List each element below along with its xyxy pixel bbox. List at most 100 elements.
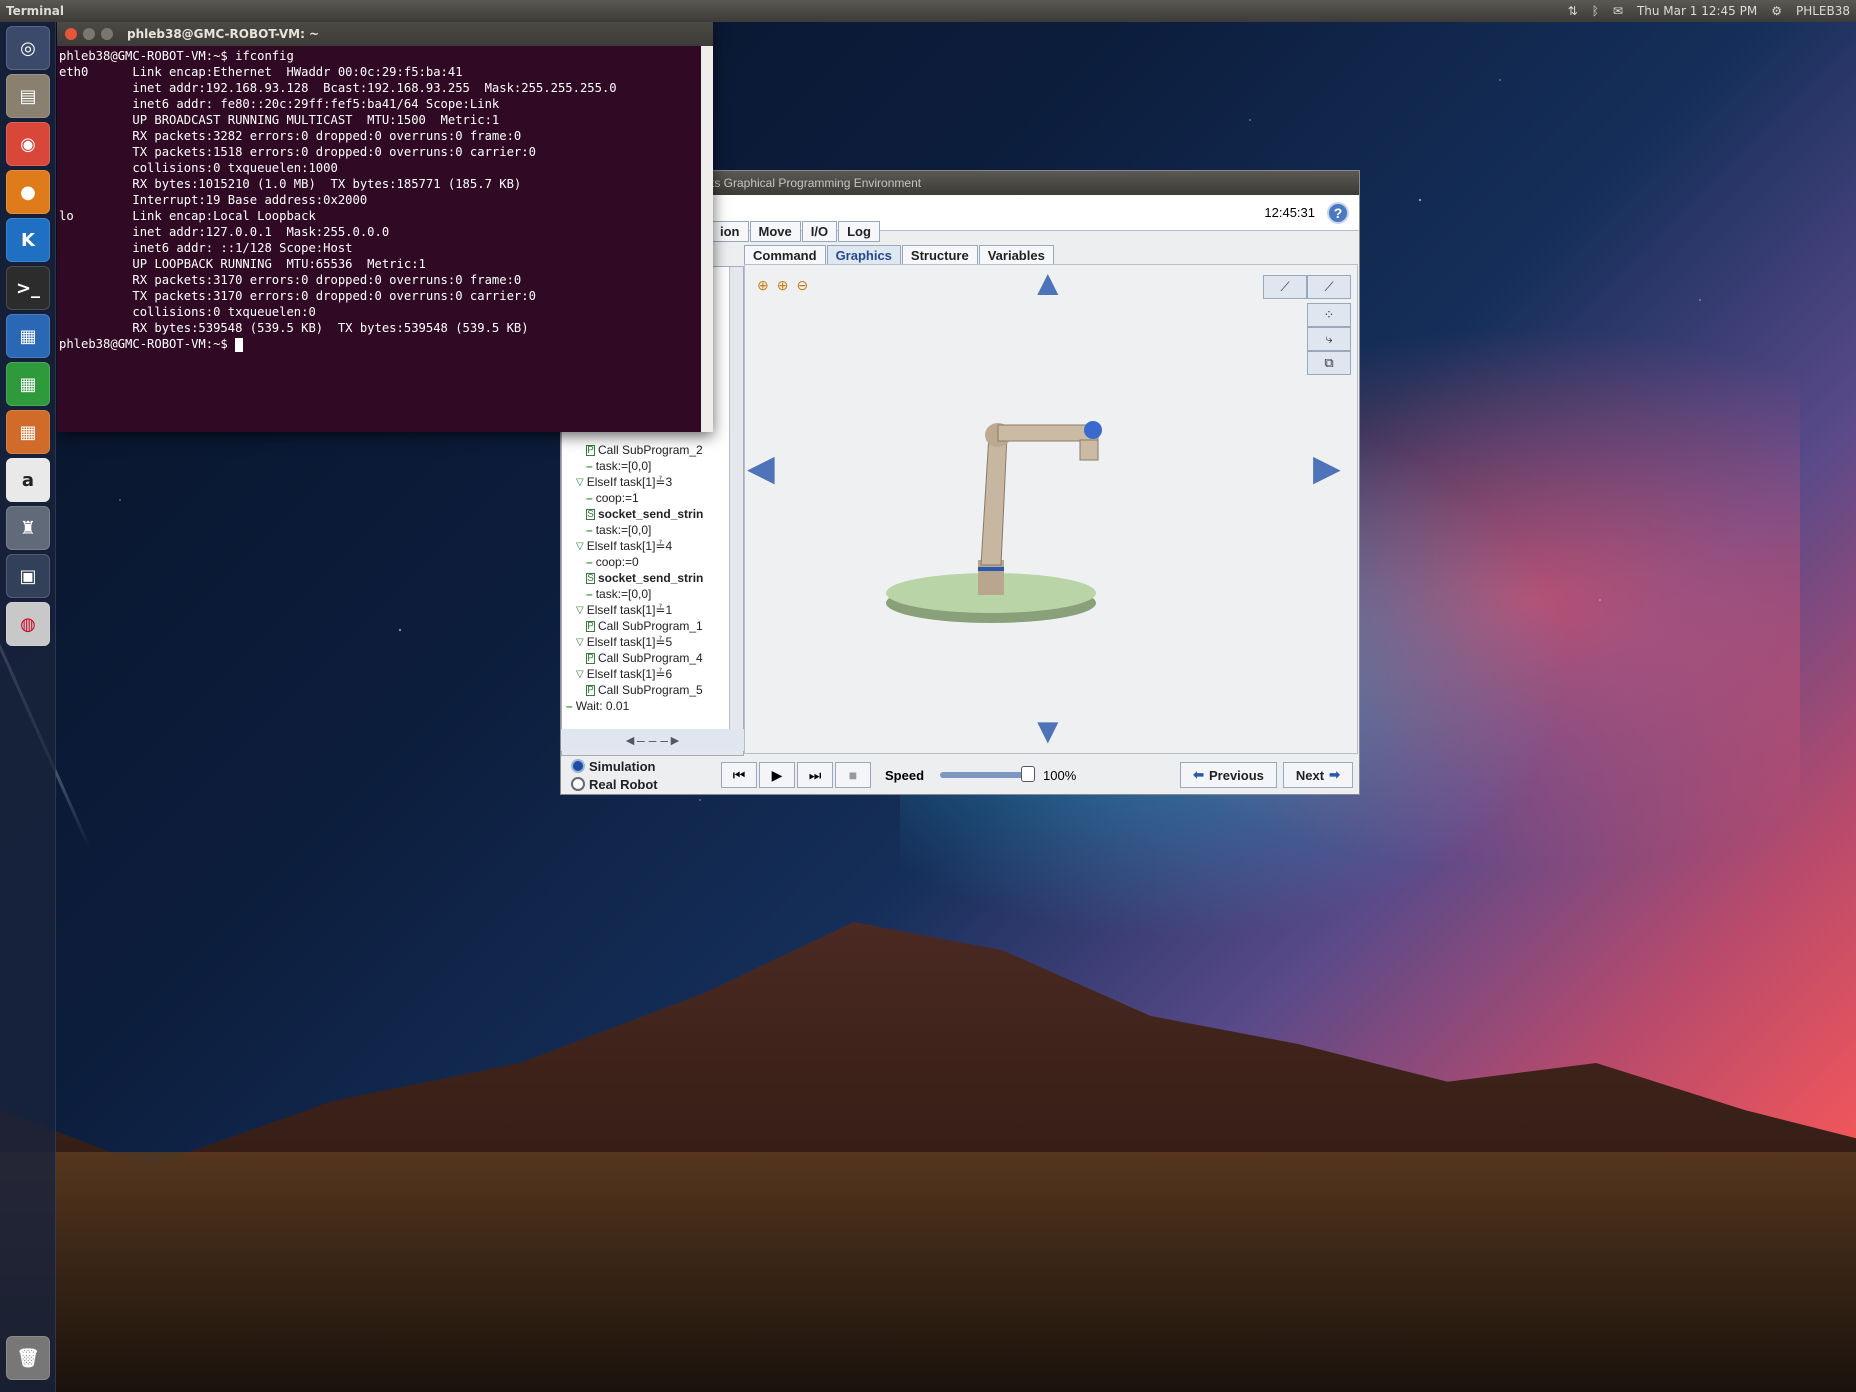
terminal-titlebar[interactable]: phleb38@GMC-ROBOT-VM: ~ (57, 22, 713, 46)
writer-icon[interactable]: ▦ (6, 314, 50, 358)
terminal-line: inet addr:192.168.93.128 Bcast:192.168.9… (59, 81, 617, 95)
terminal-line: inet6 addr: fe80::20c:29ff:fef5:ba41/64 … (59, 97, 500, 111)
gear-icon[interactable]: ⚙ (1771, 4, 1782, 18)
clock[interactable]: Thu Mar 1 12:45 PM (1637, 4, 1757, 18)
previous-button[interactable]: ⬅ Previous (1180, 762, 1277, 788)
amazon-icon[interactable]: a (6, 458, 50, 502)
subprogram-icon: P (586, 652, 595, 664)
arrow-left-icon: ⬅ (1193, 767, 1204, 782)
terminal-line: TX packets:3170 errors:0 dropped:0 overr… (59, 289, 536, 303)
speed-slider[interactable] (940, 766, 1036, 782)
tree-node-label: ElseIf task[1]≟3 (586, 475, 673, 489)
assignment-icon: – (566, 699, 573, 713)
close-icon[interactable] (65, 28, 77, 40)
chrome-icon[interactable]: ◉ (6, 122, 50, 166)
robot-app-icon[interactable]: ♜ (6, 506, 50, 550)
speed-value: 100% (1043, 767, 1077, 783)
trash-icon[interactable]: 🗑 (6, 1336, 50, 1380)
help-icon[interactable]: ? (1327, 201, 1349, 224)
files-icon[interactable]: ▤ (6, 74, 50, 118)
tree-node[interactable]: ▽ ElseIf task[1]≟3 (566, 474, 743, 490)
tree-node[interactable]: ▽ ElseIf task[1]≟5 (566, 634, 743, 650)
rewind-button[interactable]: ⏮ (721, 762, 757, 788)
tree-node[interactable]: – task:=[0,0] (566, 522, 743, 538)
tree-vertical-scrollbar[interactable] (729, 267, 743, 755)
impress-icon[interactable]: ▦ (6, 410, 50, 454)
terminal-icon[interactable]: >_ (6, 266, 50, 310)
user-name[interactable]: PHLEB38 (1796, 4, 1850, 18)
expand-triangle-icon: ▽ (576, 540, 584, 552)
real-robot-radio[interactable]: Real Robot (571, 775, 721, 793)
assignment-icon: – (586, 491, 593, 505)
robot-3d-view (886, 421, 1102, 623)
tree-node[interactable]: – task:=[0,0] (566, 586, 743, 602)
script-icon: S (586, 572, 595, 584)
kde-icon[interactable]: K (6, 218, 50, 262)
tree-nav-arrows[interactable]: ◄– – –► (561, 729, 744, 751)
tab-command[interactable]: Command (744, 245, 826, 266)
bluetooth-icon[interactable]: ᛒ (1592, 4, 1599, 18)
tree-node[interactable]: – Wait: 0.01 (566, 698, 743, 714)
launcher: ◎ ▤ ◉ ● K >_ ▦ ▦ ▦ a ♜ ▣ ◍ 🗑 (0, 22, 56, 1392)
tab-log[interactable]: Log (838, 221, 880, 242)
next-button[interactable]: Next ➡ (1282, 762, 1353, 788)
tree-node[interactable]: P Call SubProgram_4 (566, 650, 743, 666)
dvd-burner-icon[interactable]: ◍ (6, 602, 50, 646)
play-button[interactable]: ▶ (759, 762, 795, 788)
subprogram-icon: P (586, 444, 595, 456)
tab-io[interactable]: I/O (801, 221, 838, 242)
mail-icon[interactable]: ✉ (1613, 4, 1623, 18)
network-icon[interactable]: ⇅ (1568, 4, 1578, 18)
speed-fill (940, 772, 1029, 778)
simulation-radio[interactable]: Simulation (571, 757, 721, 775)
expand-triangle-icon: ▽ (576, 636, 584, 648)
calc-icon[interactable]: ▦ (6, 362, 50, 406)
subprogram-icon: P (586, 620, 595, 632)
graphics-view[interactable]: ⊕ ⊕ ⊖ ▲ ▼ ◀ ▶ ⟋ ⟋ ⁘ ⤷ ⧉ (744, 264, 1358, 754)
firefox-icon[interactable]: ● (6, 170, 50, 214)
tree-node[interactable]: Ssocket_send_strin (566, 570, 743, 586)
minimize-icon[interactable] (83, 28, 95, 40)
active-app-name: Terminal (6, 4, 65, 18)
ubuntu-dash-icon[interactable]: ◎ (6, 26, 50, 70)
tree-node[interactable]: P Call SubProgram_2 (566, 442, 743, 458)
assignment-icon: – (586, 459, 593, 473)
tree-node[interactable]: Ssocket_send_strin (566, 506, 743, 522)
terminal-window[interactable]: phleb38@GMC-ROBOT-VM: ~ phleb38@GMC-ROBO… (57, 22, 713, 432)
stop-button[interactable]: ■ (835, 762, 871, 788)
tab-graphics[interactable]: Graphics (826, 245, 901, 266)
terminal-line: Interrupt:19 Base address:0x2000 (59, 193, 368, 207)
tree-node[interactable]: – coop:=1 (566, 490, 743, 506)
terminal-line: inet6 addr: ::1/128 Scope:Host (59, 241, 353, 255)
tree-node-label: Call SubProgram_2 (598, 443, 703, 457)
bottom-bar: Simulation Real Robot ⏮ ▶ ⏭ ■ Speed 100%… (561, 756, 1359, 794)
tab-move[interactable]: Move (749, 221, 801, 242)
tab-structure[interactable]: Structure (901, 245, 978, 266)
simulation-radio-button[interactable] (571, 759, 585, 773)
wallpaper-ground (0, 1152, 1856, 1392)
terminal-line: collisions:0 txqueuelen:1000 (59, 161, 338, 175)
tree-node[interactable]: ▽ ElseIf task[1]≟6 (566, 666, 743, 682)
tree-node[interactable]: ▽ ElseIf task[1]≟4 (566, 538, 743, 554)
speed-slider-handle[interactable] (1021, 766, 1036, 782)
terminal-title: phleb38@GMC-ROBOT-VM: ~ (127, 27, 320, 41)
terminal-scrollbar[interactable] (701, 46, 713, 432)
real-robot-radio-button[interactable] (571, 777, 585, 791)
terminal-output[interactable]: phleb38@GMC-ROBOT-VM:~$ ifconfig eth0 Lin… (57, 46, 713, 432)
indicator-area: ⇅ ᛒ ✉ Thu Mar 1 12:45 PM ⚙ PHLEB38 (1568, 4, 1856, 18)
tree-node-label: ElseIf task[1]≟4 (586, 539, 673, 553)
terminal-line: eth0 Link encap:Ethernet HWaddr 00:0c:29… (59, 65, 463, 79)
assignment-icon: – (586, 523, 593, 537)
tree-node[interactable]: ▽ ElseIf task[1]≟1 (566, 602, 743, 618)
tree-node-label: Call SubProgram_5 (598, 683, 703, 697)
maximize-icon[interactable] (101, 28, 113, 40)
tree-node[interactable]: P Call SubProgram_5 (566, 682, 743, 698)
step-button[interactable]: ⏭ (797, 762, 833, 788)
sub-tabs: Command Graphics Structure Variables (744, 245, 1055, 266)
tree-node[interactable]: P Call SubProgram_1 (566, 618, 743, 634)
main-tabs: ion Move I/O Log (711, 221, 881, 242)
tree-node[interactable]: – task:=[0,0] (566, 458, 743, 474)
tab-ion[interactable]: ion (711, 221, 749, 242)
tree-node[interactable]: – coop:=0 (566, 554, 743, 570)
workspace-switcher-icon[interactable]: ▣ (6, 554, 50, 598)
